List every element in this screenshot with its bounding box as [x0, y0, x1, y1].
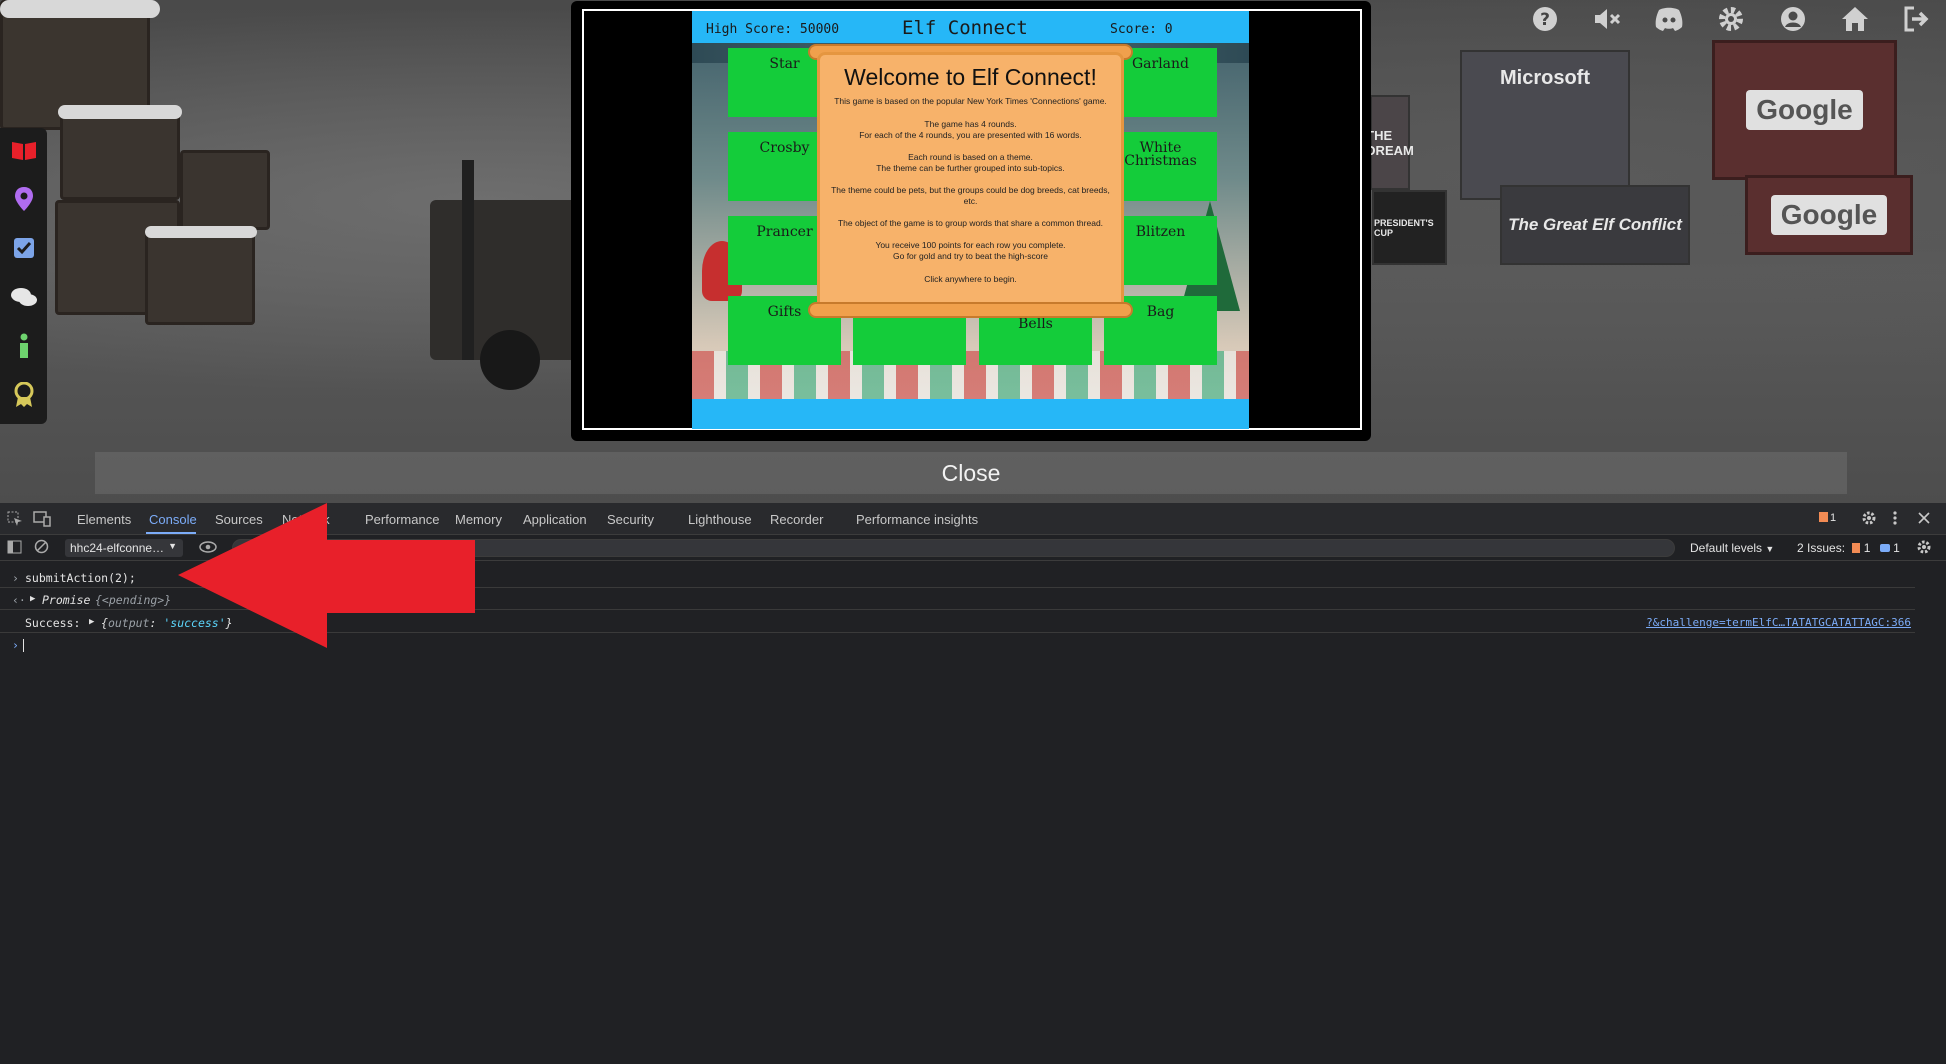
score: Score: 0 — [1110, 22, 1173, 37]
high-score: High Score: 50000 — [706, 22, 840, 37]
top-toolbar: ? — [1530, 0, 1946, 38]
context-selector-label: hhc24-elfconne… — [70, 541, 165, 555]
tab-application[interactable]: Application — [523, 512, 587, 527]
tab-elements[interactable]: Elements — [77, 512, 131, 527]
game-footer — [692, 399, 1249, 429]
chat-icon[interactable] — [10, 283, 38, 310]
discord-icon[interactable] — [1654, 4, 1684, 34]
text-cursor — [23, 639, 24, 652]
close-label: Close — [941, 459, 1001, 486]
prompt-chevron-icon: › — [12, 638, 19, 652]
prompt-chevron-icon: › — [12, 571, 19, 585]
welcome-line: The game has 4 rounds. — [924, 119, 1017, 129]
chevron-down-icon: ▼ — [1765, 544, 1775, 554]
expand-triangle-icon[interactable]: ▶ — [89, 617, 94, 627]
arrow-shape — [178, 503, 475, 648]
issues-info-count: 1 — [1893, 541, 1900, 555]
settings-icon[interactable] — [1716, 4, 1746, 34]
forklift-mast — [462, 160, 474, 360]
snow-roof — [0, 0, 160, 18]
welcome-line: Go for gold and try to beat the high-sco… — [893, 251, 1048, 261]
inspect-element-icon[interactable] — [7, 511, 23, 530]
tab-performance-insights[interactable]: Performance insights — [856, 512, 978, 527]
tab-lighthouse[interactable]: Lighthouse — [688, 512, 752, 527]
log-levels-label: Default levels — [1690, 541, 1763, 555]
more-options-icon[interactable] — [1892, 510, 1898, 529]
log-levels-dropdown[interactable]: Default levels ▼ — [1690, 541, 1774, 555]
account-icon[interactable] — [1778, 4, 1808, 34]
crate — [180, 150, 270, 230]
game-title: Elf Connect — [902, 17, 1028, 39]
google-sign-2: Google — [1745, 175, 1913, 255]
game-header: High Score: 50000 Elf Connect Score: 0 — [692, 11, 1249, 43]
issues-badge[interactable]: 1 — [1819, 512, 1836, 524]
red-arrow-annotation — [178, 503, 475, 648]
sidebar-toggle-icon[interactable] — [7, 540, 22, 557]
tab-recorder[interactable]: Recorder — [770, 512, 823, 527]
context-selector[interactable]: hhc24-elfconne… ▼ — [65, 539, 183, 557]
forklift-wheel — [480, 330, 540, 390]
issues-summary[interactable]: 2 Issues: 1 1 — [1797, 541, 1900, 555]
scroll-bottom-roll — [808, 302, 1133, 318]
welcome-line: Each round is based on a theme. — [908, 152, 1033, 162]
checklist-icon[interactable] — [10, 234, 38, 261]
help-icon[interactable]: ? — [1530, 4, 1560, 34]
close-devtools-icon[interactable] — [1917, 511, 1931, 528]
logout-icon[interactable] — [1902, 4, 1932, 34]
issues-warn-count: 1 — [1863, 541, 1871, 555]
welcome-heading: Welcome to Elf Connect! — [844, 64, 1097, 90]
presidents-cup-sign: PRESIDENT'S CUP — [1372, 190, 1447, 265]
dream-sign: THE DREAM — [1366, 95, 1414, 190]
warning-flag-icon — [1852, 543, 1861, 553]
award-icon[interactable] — [10, 381, 38, 408]
welcome-line: The theme could be pets, but the groups … — [831, 185, 1110, 206]
book-icon[interactable] — [10, 136, 38, 163]
info-message-icon — [1879, 544, 1890, 552]
console-command: submitAction(2); — [25, 571, 136, 585]
issues-summary-label: 2 Issues: — [1797, 541, 1846, 555]
success-object-key: output — [107, 616, 150, 630]
source-location-link[interactable]: ?&challenge=termElfC…TATATGCATATTAGC:366 — [1646, 616, 1911, 629]
mute-icon[interactable] — [1592, 4, 1622, 34]
crate — [145, 230, 255, 325]
snow-pile — [58, 105, 182, 119]
console-settings-icon[interactable] — [1916, 539, 1932, 558]
success-prefix: Success: — [25, 616, 81, 630]
close-button[interactable]: Close — [95, 452, 1847, 494]
welcome-scroll[interactable]: Welcome to Elf Connect! This game is bas… — [817, 52, 1124, 317]
crate — [60, 110, 180, 200]
microsoft-sign: Microsoft — [1460, 50, 1630, 200]
home-icon[interactable] — [1840, 4, 1870, 34]
welcome-line: Click anywhere to begin. — [924, 274, 1017, 284]
welcome-line: The object of the game is to group words… — [837, 218, 1104, 228]
result-arrow-icon: ‹· — [12, 593, 26, 607]
elf-conflict-sign: The Great Elf Conflict — [1500, 185, 1690, 265]
welcome-line: You receive 100 points for each row you … — [875, 240, 1066, 250]
info-icon[interactable] — [10, 332, 38, 359]
warning-flag-icon — [1819, 512, 1828, 522]
promise-state: {<pending>} — [95, 593, 172, 607]
expand-triangle-icon[interactable]: ▶ — [30, 594, 35, 604]
devtools-settings-icon[interactable] — [1861, 510, 1877, 529]
welcome-line: For each of the 4 rounds, you are presen… — [859, 130, 1082, 140]
google-sign-1: Google — [1712, 40, 1897, 180]
game-sidebar — [0, 128, 47, 424]
welcome-line: The theme can be further grouped into su… — [876, 163, 1065, 173]
welcome-line: This game is based on the popular New Yo… — [834, 96, 1107, 106]
tab-security[interactable]: Security — [607, 512, 654, 527]
snow-pile — [145, 226, 257, 238]
promise-label: Promise — [42, 593, 91, 607]
svg-text:?: ? — [1540, 10, 1550, 30]
clear-console-icon[interactable] — [34, 539, 49, 557]
device-toolbar-icon[interactable] — [33, 511, 51, 530]
map-pin-icon[interactable] — [10, 185, 38, 212]
